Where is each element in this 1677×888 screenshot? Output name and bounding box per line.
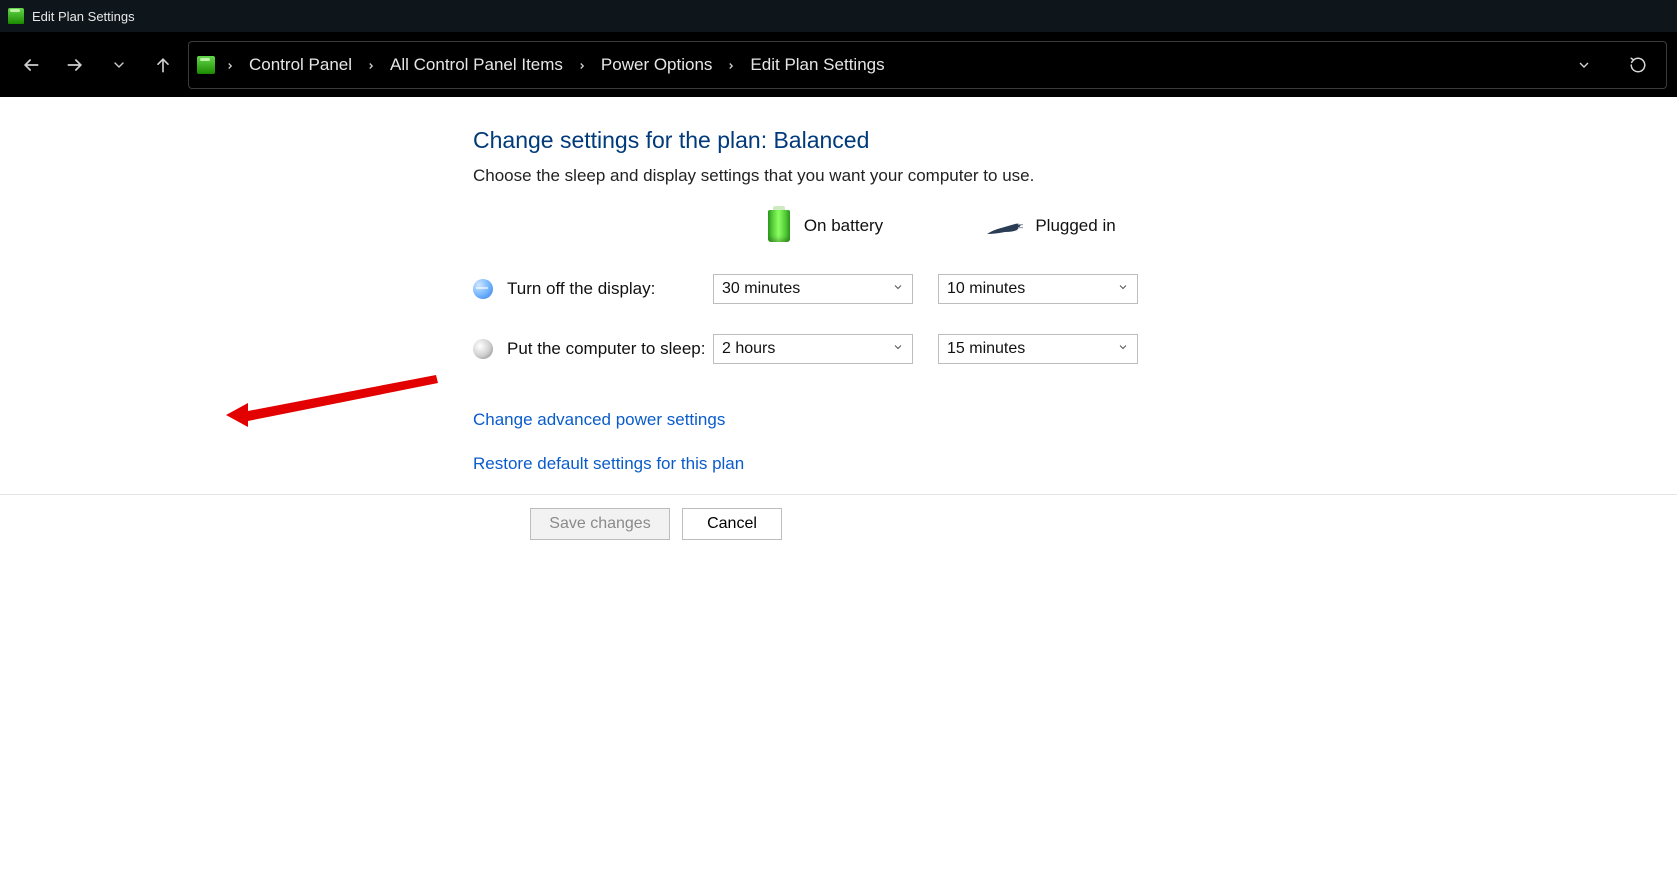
window-title: Edit Plan Settings	[32, 9, 135, 24]
breadcrumb-power-options[interactable]: Power Options	[597, 51, 717, 79]
breadcrumb-edit-plan[interactable]: Edit Plan Settings	[746, 51, 888, 79]
display-plugged-in-value: 10 minutes	[947, 280, 1025, 298]
chevron-down-icon	[892, 280, 904, 298]
plug-icon	[985, 218, 1021, 234]
chevron-down-icon	[1117, 340, 1129, 358]
save-button-label: Save changes	[549, 515, 650, 533]
change-advanced-power-link[interactable]: Change advanced power settings	[473, 410, 725, 430]
refresh-button[interactable]	[1624, 51, 1652, 79]
up-button[interactable]	[144, 46, 182, 84]
column-plugged-in: Plugged in	[938, 208, 1163, 244]
forward-button[interactable]	[56, 46, 94, 84]
row-display-label: Turn off the display:	[507, 279, 655, 299]
sleep-icon	[473, 339, 493, 359]
restore-defaults-link[interactable]: Restore default settings for this plan	[473, 454, 744, 474]
display-plugged-in-select[interactable]: 10 minutes	[938, 274, 1138, 304]
row-display: Turn off the display:	[473, 279, 713, 299]
battery-icon	[768, 210, 790, 242]
address-history-button[interactable]	[1570, 51, 1598, 79]
display-on-battery-select[interactable]: 30 minutes	[713, 274, 913, 304]
cancel-button[interactable]: Cancel	[682, 508, 782, 540]
chevron-down-icon	[1117, 280, 1129, 298]
sleep-on-battery-value: 2 hours	[722, 340, 775, 358]
page-subtext: Choose the sleep and display settings th…	[473, 166, 1677, 186]
sleep-on-battery-select[interactable]: 2 hours	[713, 334, 913, 364]
column-plugged-in-label: Plugged in	[1035, 216, 1115, 236]
cancel-button-label: Cancel	[707, 515, 757, 533]
sleep-plugged-in-select[interactable]: 15 minutes	[938, 334, 1138, 364]
divider	[0, 494, 1677, 495]
link-list: Change advanced power settings Restore d…	[473, 410, 1677, 474]
button-row: Save changes Cancel	[530, 508, 782, 540]
content-area: Change settings for the plan: Balanced C…	[0, 97, 1677, 474]
chevron-right-icon	[364, 57, 378, 72]
chevron-right-icon	[575, 57, 589, 72]
row-sleep: Put the computer to sleep:	[473, 339, 713, 359]
back-button[interactable]	[12, 46, 50, 84]
annotation-arrow	[226, 375, 446, 431]
app-icon	[8, 8, 24, 24]
titlebar: Edit Plan Settings	[0, 0, 1677, 32]
chevron-right-icon	[223, 57, 237, 72]
history-dropdown-button[interactable]	[100, 46, 138, 84]
column-on-battery: On battery	[713, 208, 938, 244]
address-bar[interactable]: Control Panel All Control Panel Items Po…	[188, 41, 1667, 89]
row-sleep-label: Put the computer to sleep:	[507, 339, 705, 359]
column-on-battery-label: On battery	[804, 216, 883, 236]
display-icon	[473, 279, 493, 299]
breadcrumb-all-items[interactable]: All Control Panel Items	[386, 51, 567, 79]
navbar: Control Panel All Control Panel Items Po…	[0, 32, 1677, 97]
grid-header-spacer	[473, 208, 713, 244]
chevron-down-icon	[892, 340, 904, 358]
breadcrumb-control-panel[interactable]: Control Panel	[245, 51, 356, 79]
address-icon	[197, 56, 215, 74]
chevron-right-icon	[724, 57, 738, 72]
settings-grid: On battery Plugged in Turn off the displ…	[473, 208, 1677, 364]
save-button[interactable]: Save changes	[530, 508, 670, 540]
display-on-battery-value: 30 minutes	[722, 280, 800, 298]
sleep-plugged-in-value: 15 minutes	[947, 340, 1025, 358]
page-title: Change settings for the plan: Balanced	[473, 127, 1677, 154]
